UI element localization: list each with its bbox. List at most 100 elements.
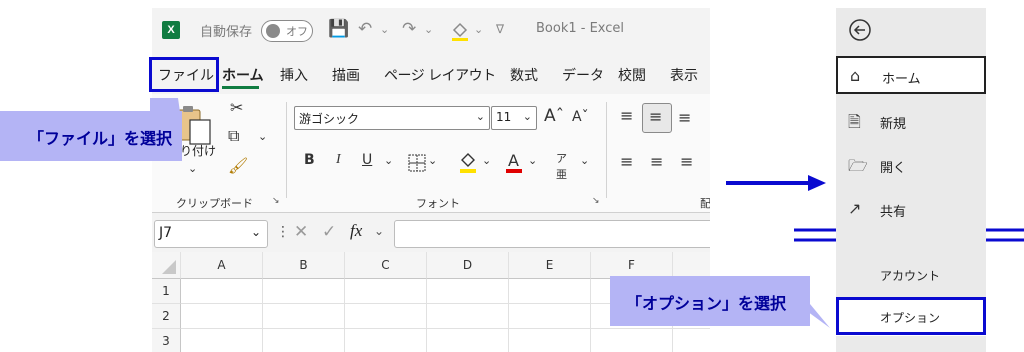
- cell[interactable]: [673, 329, 710, 352]
- column-header[interactable]: B: [263, 252, 345, 279]
- tab-home[interactable]: ホーム: [222, 65, 264, 85]
- insert-function-icon[interactable]: fx: [350, 221, 362, 241]
- align-left-icon[interactable]: ≡: [620, 152, 633, 171]
- cell[interactable]: [263, 329, 345, 352]
- cell[interactable]: [427, 329, 509, 352]
- column-header[interactable]: F: [591, 252, 673, 279]
- font-size-value: 11: [496, 110, 512, 124]
- cell[interactable]: [345, 304, 427, 329]
- undo-dropdown-icon[interactable]: ⌄: [380, 23, 389, 36]
- cell[interactable]: [263, 304, 345, 329]
- backstage-item-share[interactable]: ↗ 共有: [836, 190, 986, 228]
- name-box[interactable]: J7 ⌄: [154, 220, 268, 248]
- cell[interactable]: [181, 279, 263, 304]
- align-middle-button[interactable]: ≡: [642, 103, 672, 133]
- increase-font-size-icon[interactable]: Aˆ: [544, 106, 564, 126]
- tab-page-layout[interactable]: ページ レイアウト: [384, 65, 496, 85]
- fill-color-icon[interactable]: [450, 20, 470, 42]
- tab-draw[interactable]: 描画: [332, 65, 360, 85]
- align-center-icon[interactable]: ≡: [650, 152, 663, 171]
- customize-qat-icon[interactable]: ∇: [496, 22, 504, 36]
- confirm-icon[interactable]: ✓: [322, 222, 336, 242]
- chevron-down-icon[interactable]: ⌄: [374, 224, 384, 238]
- cut-icon[interactable]: ✂: [230, 98, 243, 117]
- clipboard-launcher-icon[interactable]: ↘: [272, 196, 280, 206]
- cancel-icon[interactable]: ✕: [294, 222, 308, 242]
- tab-review[interactable]: 校閲: [618, 65, 646, 85]
- chevron-down-icon: ⌄: [522, 110, 532, 123]
- font-color-icon[interactable]: A: [504, 150, 524, 174]
- copy-icon[interactable]: ⧉: [228, 126, 239, 146]
- tab-insert[interactable]: 挿入: [280, 65, 308, 85]
- row-header[interactable]: 2: [152, 304, 181, 329]
- select-all-icon: [162, 260, 176, 274]
- cell[interactable]: [181, 304, 263, 329]
- save-icon[interactable]: 💾: [328, 19, 349, 39]
- undo-icon[interactable]: ↶: [358, 19, 372, 39]
- back-arrow-icon[interactable]: [848, 18, 872, 42]
- more-options-icon[interactable]: ⋮: [276, 224, 290, 240]
- format-painter-icon[interactable]: 🖌: [228, 156, 248, 175]
- select-all-corner[interactable]: [152, 252, 181, 279]
- fill-color-icon[interactable]: [458, 150, 478, 174]
- redo-dropdown-icon[interactable]: ⌄: [424, 23, 433, 36]
- cell[interactable]: [427, 279, 509, 304]
- font-color-dropdown-icon[interactable]: ⌄: [528, 154, 537, 167]
- align-bottom-icon[interactable]: ≡: [678, 108, 691, 127]
- font-group-label: フォント: [416, 197, 460, 210]
- new-document-icon: 🗎: [848, 112, 861, 131]
- row-header[interactable]: 3: [152, 329, 181, 352]
- options-callout-text: 「オプション」を選択: [626, 296, 787, 313]
- column-header[interactable]: [673, 252, 710, 279]
- font-launcher-icon[interactable]: ↘: [592, 196, 600, 206]
- backstage-item-label: 新規: [880, 117, 907, 132]
- paste-dropdown-icon[interactable]: ⌄: [188, 162, 197, 175]
- tab-view[interactable]: 表示: [670, 65, 698, 85]
- row-header[interactable]: 1: [152, 279, 181, 304]
- cell[interactable]: [345, 329, 427, 352]
- cell[interactable]: [509, 279, 591, 304]
- decrease-font-size-icon[interactable]: Aˇ: [572, 109, 589, 125]
- underline-dropdown-icon[interactable]: ⌄: [384, 154, 393, 167]
- cell[interactable]: [509, 329, 591, 352]
- bold-icon[interactable]: B: [304, 152, 315, 168]
- italic-icon[interactable]: I: [336, 152, 341, 168]
- cell[interactable]: [509, 304, 591, 329]
- column-header[interactable]: E: [509, 252, 591, 279]
- borders-dropdown-icon[interactable]: ⌄: [428, 154, 437, 167]
- formula-input[interactable]: [394, 220, 710, 248]
- align-middle-icon: ≡: [649, 107, 663, 126]
- phonetic-guide-icon[interactable]: ア亜: [556, 150, 567, 182]
- tab-formulas[interactable]: 数式: [510, 65, 538, 85]
- cell[interactable]: [181, 329, 263, 352]
- folder-open-icon: 🗁: [848, 156, 868, 175]
- copy-dropdown-icon[interactable]: ⌄: [258, 130, 267, 143]
- column-header[interactable]: C: [345, 252, 427, 279]
- align-top-icon[interactable]: ≡: [620, 106, 633, 125]
- font-name-select[interactable]: 游ゴシック ⌄: [294, 106, 490, 130]
- underline-icon[interactable]: U: [362, 152, 372, 168]
- backstage-item-account[interactable]: アカウント: [836, 256, 986, 294]
- cell[interactable]: [345, 279, 427, 304]
- backstage-item-open[interactable]: 🗁 開く: [836, 146, 986, 184]
- tab-data[interactable]: データ: [562, 65, 604, 85]
- backstage-item-new[interactable]: 🗎 新規: [836, 102, 986, 140]
- autosave-toggle[interactable]: オフ: [261, 20, 313, 42]
- cell[interactable]: [427, 304, 509, 329]
- alignment-group-label: 配: [700, 197, 710, 210]
- fill-dropdown-icon[interactable]: ⌄: [474, 23, 483, 36]
- file-tab-highlight: [149, 57, 219, 92]
- column-header[interactable]: A: [181, 252, 263, 279]
- backstage-item-home[interactable]: ⌂ ホーム: [836, 56, 986, 94]
- cell[interactable]: [591, 329, 673, 352]
- redo-icon[interactable]: ↷: [402, 19, 416, 39]
- title-bar: X 自動保存 オフ 💾 ↶ ⌄ ↷ ⌄ ⌄ ∇ Book1 - Excel: [152, 8, 710, 52]
- phonetic-dropdown-icon[interactable]: ⌄: [580, 154, 589, 167]
- align-right-icon[interactable]: ≡: [680, 152, 693, 171]
- font-size-select[interactable]: 11 ⌄: [491, 106, 537, 130]
- fill-dropdown-icon[interactable]: ⌄: [482, 154, 491, 167]
- borders-icon[interactable]: [408, 154, 426, 172]
- cell[interactable]: [263, 279, 345, 304]
- column-header[interactable]: D: [427, 252, 509, 279]
- ribbon: 貼り付け ⌄ ✂ ⧉ ⌄ 🖌 クリップボード ↘ 游ゴシック ⌄ 11 ⌄ Aˆ…: [152, 94, 710, 213]
